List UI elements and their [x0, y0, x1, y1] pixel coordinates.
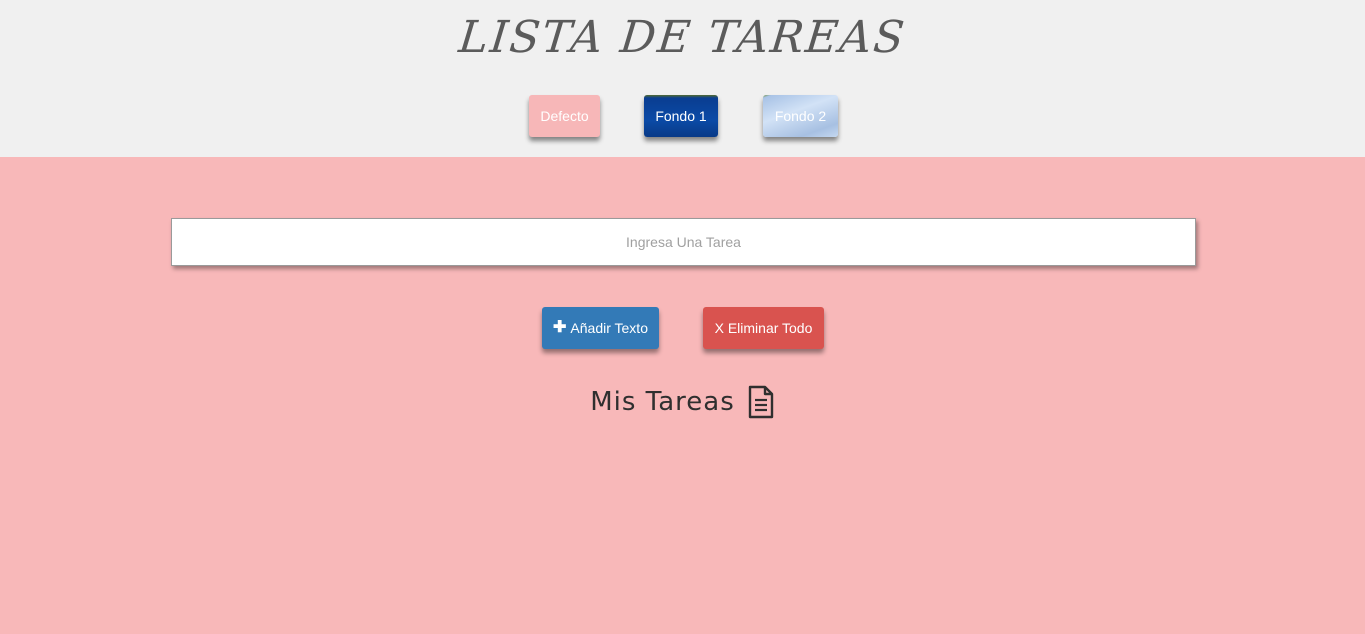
- background-fondo1-button[interactable]: Fondo 1: [644, 95, 718, 137]
- task-list-heading: Mis Tareas: [0, 385, 1365, 419]
- task-panel: ✚ Añadir Texto X Eliminar Todo Mis Tarea…: [0, 157, 1365, 634]
- app-header: LISTA DE TAREAS Defecto Fondo 1 Fondo 2: [0, 0, 1365, 157]
- task-list-title: Mis Tareas: [590, 387, 735, 417]
- plus-icon: ✚: [553, 319, 567, 336]
- task-input[interactable]: [171, 218, 1196, 266]
- background-default-button[interactable]: Defecto: [529, 95, 600, 137]
- clear-all-button[interactable]: X Eliminar Todo: [703, 307, 824, 349]
- add-task-button[interactable]: ✚ Añadir Texto: [542, 307, 659, 349]
- page-title: LISTA DE TAREAS: [456, 12, 909, 63]
- background-fondo2-button[interactable]: Fondo 2: [763, 95, 838, 137]
- add-task-label: Añadir Texto: [570, 320, 648, 336]
- clear-all-label: X Eliminar Todo: [714, 320, 813, 336]
- document-icon: [747, 385, 775, 419]
